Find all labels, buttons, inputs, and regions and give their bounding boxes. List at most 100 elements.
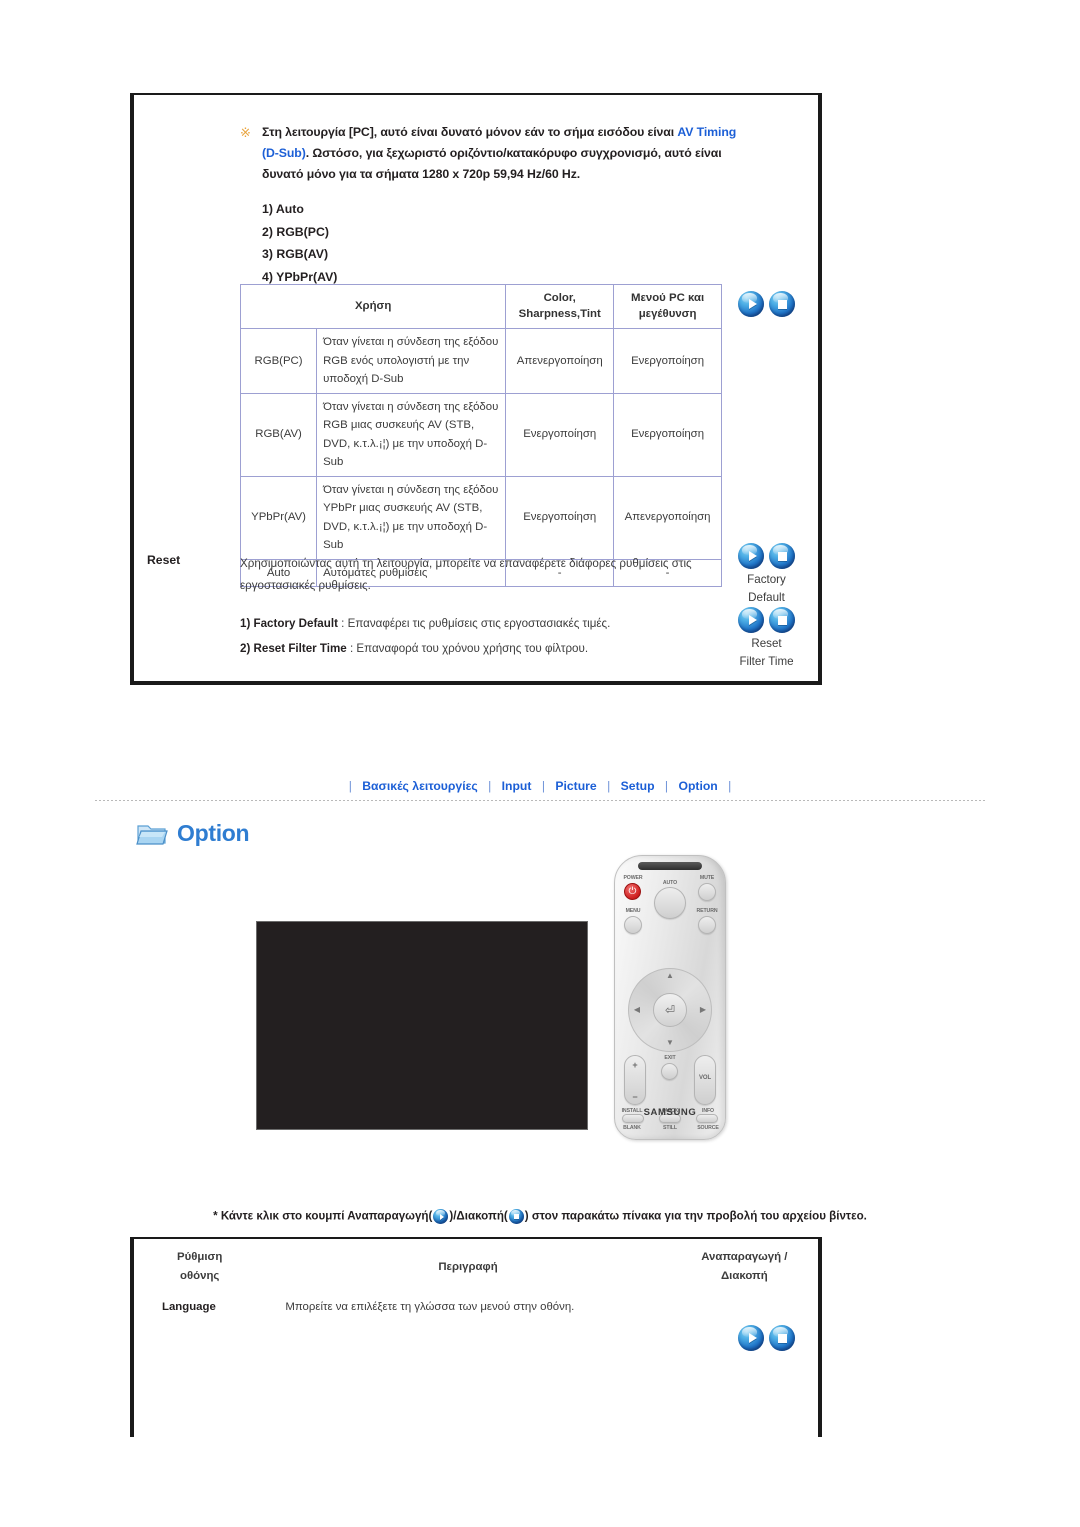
return-button[interactable] [698,916,716,934]
reset-item2-desc: : Επαναφορά του χρόνου χρήσης του φίλτρο… [346,642,589,655]
header-menu-line2: μεγέθυνση [638,307,697,320]
header-col3-line1: Αναπαραγωγή / [701,1251,788,1263]
compatibility-table: Χρήση Color, Sharpness,Tint Μενού PC και… [239,284,722,587]
stop-button[interactable] [769,291,795,317]
power-button[interactable] [624,883,641,900]
caption-line2: Default [748,591,785,604]
folder-icon [136,821,168,847]
row-usage: Όταν γίνεται η σύνδεση της εξόδου YPbPr … [316,475,507,560]
note-link-av-timing[interactable]: AV Timing [677,125,736,139]
row-menu-value: Ενεργοποίηση [613,392,722,477]
nav-item-input[interactable]: Input [500,779,534,793]
note-link-dsub[interactable]: (D-Sub) [262,146,306,160]
row-mode: RGB(PC) [239,328,318,394]
row-mode: YPbPr(AV) [239,475,318,560]
remote-label-minus: − [632,1092,638,1102]
row-setting-name: Language [162,1301,216,1313]
play-button[interactable] [738,543,764,569]
reset-item-factory-default: 1) Factory Default : Επαναφέρει τις ρυθμ… [240,611,720,636]
samsung-brand-logo: SAMSUNG [643,1107,697,1118]
nav-item-basic-functions[interactable]: Βασικές λειτουργίες [360,779,479,793]
remote-label-exit: EXIT [664,1055,676,1061]
play-button-inline-icon [433,1209,449,1224]
language-media-controls [738,1325,795,1351]
header-col3-line2: Διακοπή [721,1270,768,1282]
reset-label: Reset [147,553,181,567]
instruction-post: ) στον παρακάτω πίνακα για την προβολή τ… [524,1209,867,1223]
nav-separator: | [488,779,492,793]
remote-ir-window [638,862,702,870]
section-heading-title: Option [177,820,250,846]
dpad-control: ▲ ◀ ▶ ▼ ⏎ [628,968,712,1052]
header-color-line2: Sharpness,Tint [518,307,601,320]
exit-button[interactable] [661,1063,678,1080]
row-usage: Όταν γίνεται η σύνδεση της εξόδου RGB μι… [316,392,507,477]
horizontal-divider [95,800,985,801]
dpad-enter-button[interactable]: ⏎ [653,993,687,1027]
table-header-row: Ρύθμιση οθόνης Περιγραφή Αναπαραγωγή / Δ… [134,1239,818,1295]
row-mode: RGB(AV) [239,392,318,477]
play-button[interactable] [738,607,764,633]
row-color-value: Απενεργοποίηση [505,328,615,394]
nav-item-setup[interactable]: Setup [619,779,657,793]
factory-default-caption: Factory Default [738,571,795,607]
header-play-stop: Αναπαραγωγή / Διακοπή [671,1239,818,1295]
row-setting-description: Μπορείτε να επιλέξετε τη γλώσσα των μενο… [285,1301,575,1313]
header-screen-setting: Ρύθμιση οθόνης [134,1239,265,1295]
header-pc-menu-zoom: Μενού PC και μεγέθυνση [613,284,722,329]
row-usage: Όταν γίνεται η σύνδεση της εξόδου RGB εν… [316,328,507,394]
row-menu-value: Απενεργοποίηση [613,475,722,560]
factory-default-media-controls: Factory Default [738,543,795,607]
table-row: RGB(AV) Όταν γίνεται η σύνδεση της εξόδο… [239,392,722,477]
compat-table-media-controls [738,291,795,317]
option-enumeration: 1) Auto 2) RGB(PC) 3) RGB(AV) 4) YPbPr(A… [262,198,337,288]
remote-label-still: STILL [663,1125,677,1131]
pc-mode-note: Στη λειτουργία [PC], αυτό είναι δυνατό μ… [240,122,800,185]
reset-filter-time-caption: Reset Filter Time [738,635,795,671]
mute-button[interactable] [698,883,716,901]
stop-button[interactable] [769,1325,795,1351]
section-navigation: | Βασικές λειτουργίες | Input | Picture … [0,779,1080,793]
note-line2-post: . Ωστόσο, για ξεχωριστό οριζόντιο/κατακό… [305,146,722,160]
remote-label-vol: VOL [698,1075,712,1081]
option-item-rgbpc: 2) RGB(PC) [262,224,329,239]
reset-item2-title: 2) Reset Filter Time [240,642,347,655]
dpad-up-button[interactable]: ▲ [661,970,679,982]
note-line3: δυνατό μόνο για τα σήματα 1280 x 720p 59… [262,167,581,181]
stop-button[interactable] [769,543,795,569]
instruction-mid: )/Διακοπή( [449,1209,508,1223]
remote-label-power: POWER [623,875,643,881]
row-media-cell [671,1295,818,1319]
reset-item-filter-time: 2) Reset Filter Time : Επαναφορά του χρό… [240,636,720,661]
remote-label-menu: MENU [625,908,641,914]
caption-line1: Reset [751,637,782,650]
dpad-down-button[interactable]: ▼ [661,1037,679,1049]
play-button[interactable] [738,1325,764,1351]
menu-button[interactable] [624,916,642,934]
remote-label-auto: AUTO [662,880,678,886]
nav-separator: | [541,779,545,793]
video-player-area[interactable] [256,921,588,1130]
play-button[interactable] [738,291,764,317]
settings-table: Ρύθμιση οθόνης Περιγραφή Αναπαραγωγή / Δ… [134,1239,818,1319]
header-menu-line1: Μενού PC και [631,292,705,304]
nav-separator: | [607,779,611,793]
row-color-value: Ενεργοποίηση [505,392,615,477]
note-line1-pre: Στη λειτουργία [PC], αυτό είναι δυνατό μ… [262,125,678,139]
dpad-left-button[interactable]: ◀ [630,1002,644,1018]
remote-label-return: RETURN [696,908,718,914]
header-color-line1: Color, [543,292,576,304]
nav-item-option[interactable]: Option [676,779,719,793]
section-heading: Option [136,820,250,847]
dpad-right-button[interactable]: ▶ [696,1002,710,1018]
stop-button-inline-icon [508,1209,524,1224]
nav-item-picture[interactable]: Picture [553,779,598,793]
reset-item1-desc: : Επαναφέρει τις ρυθμίσεις στις εργοστασ… [337,617,611,630]
table-row: YPbPr(AV) Όταν γίνεται η σύνδεση της εξό… [239,475,722,560]
instruction-pre: * Κάντε κλικ στο κουμπί Αναπαραγωγή( [213,1209,433,1223]
remote-control-image: POWER AUTO MUTE MENU RETURN ▲ ◀ ▶ ▼ ⏎ + … [614,855,726,1140]
remote-label-blank: BLANK [623,1125,641,1131]
stop-button[interactable] [769,607,795,633]
caption-line2: Filter Time [739,655,794,668]
auto-button[interactable] [654,887,686,919]
